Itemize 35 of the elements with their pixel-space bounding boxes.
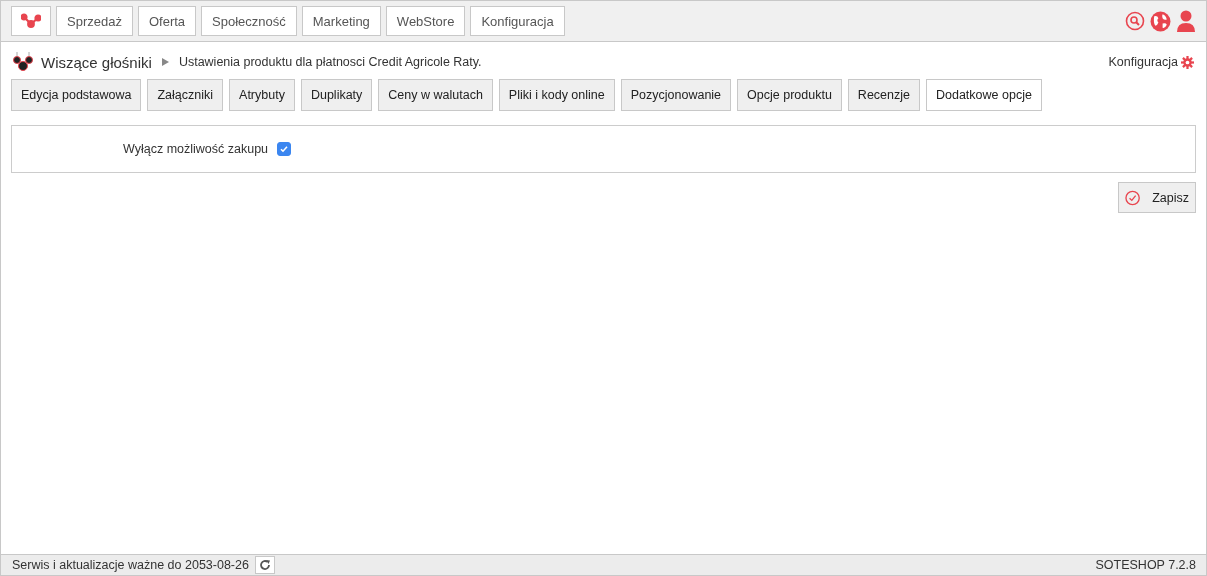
home-button[interactable] bbox=[11, 6, 51, 36]
tab[interactable]: Pliki i kody online bbox=[498, 79, 615, 111]
tab[interactable]: Opcje produktu bbox=[737, 79, 842, 111]
menu-button[interactable]: Sprzedaż bbox=[56, 6, 133, 36]
refresh-button[interactable] bbox=[254, 556, 275, 574]
checkbox[interactable] bbox=[277, 142, 292, 156]
menu-button[interactable]: Oferta bbox=[137, 6, 197, 36]
refresh-icon bbox=[258, 559, 271, 571]
globe-icon[interactable] bbox=[1150, 10, 1171, 32]
search-icon[interactable] bbox=[1125, 11, 1145, 31]
user-icon[interactable] bbox=[1176, 10, 1196, 32]
gear-icon[interactable] bbox=[1181, 55, 1194, 69]
product-name: Wiszące głośniki bbox=[41, 53, 152, 71]
tab[interactable]: Dodatkowe opcje bbox=[926, 79, 1042, 111]
breadcrumb-arrow-icon bbox=[161, 58, 169, 66]
tab[interactable]: Recenzje bbox=[847, 79, 920, 111]
tab[interactable]: Duplikaty bbox=[300, 79, 373, 111]
tab[interactable]: Załączniki bbox=[147, 79, 224, 111]
speakers-icon bbox=[13, 52, 35, 72]
tab[interactable]: Ceny w walutach bbox=[378, 79, 493, 111]
license-text: Serwis i aktualizacje ważne do 2053-08-26 bbox=[12, 558, 249, 572]
menu-button[interactable]: Konfiguracja bbox=[470, 6, 565, 36]
tab[interactable]: Edycja podstawowa bbox=[11, 79, 142, 111]
tab[interactable]: Atrybuty bbox=[229, 79, 295, 111]
save-button[interactable]: Zapisz bbox=[1118, 182, 1196, 213]
configuration-link[interactable]: Konfiguracja bbox=[1108, 55, 1178, 69]
menu-button[interactable]: Społeczność bbox=[201, 6, 297, 36]
tab[interactable]: Pozycjonowanie bbox=[620, 79, 732, 111]
version-text: SOTESHOP 7.2.8 bbox=[1095, 558, 1196, 572]
check-circle-icon bbox=[1125, 189, 1141, 206]
logo-icon bbox=[21, 13, 41, 29]
menu-button[interactable]: Marketing bbox=[301, 6, 381, 36]
menu-button[interactable]: WebStore bbox=[385, 6, 466, 36]
field-label: Wyłącz możliwość zakupu bbox=[123, 142, 269, 156]
page-title: Ustawienia produktu dla płatnosci Credit Agricole Raty. bbox=[178, 55, 482, 69]
